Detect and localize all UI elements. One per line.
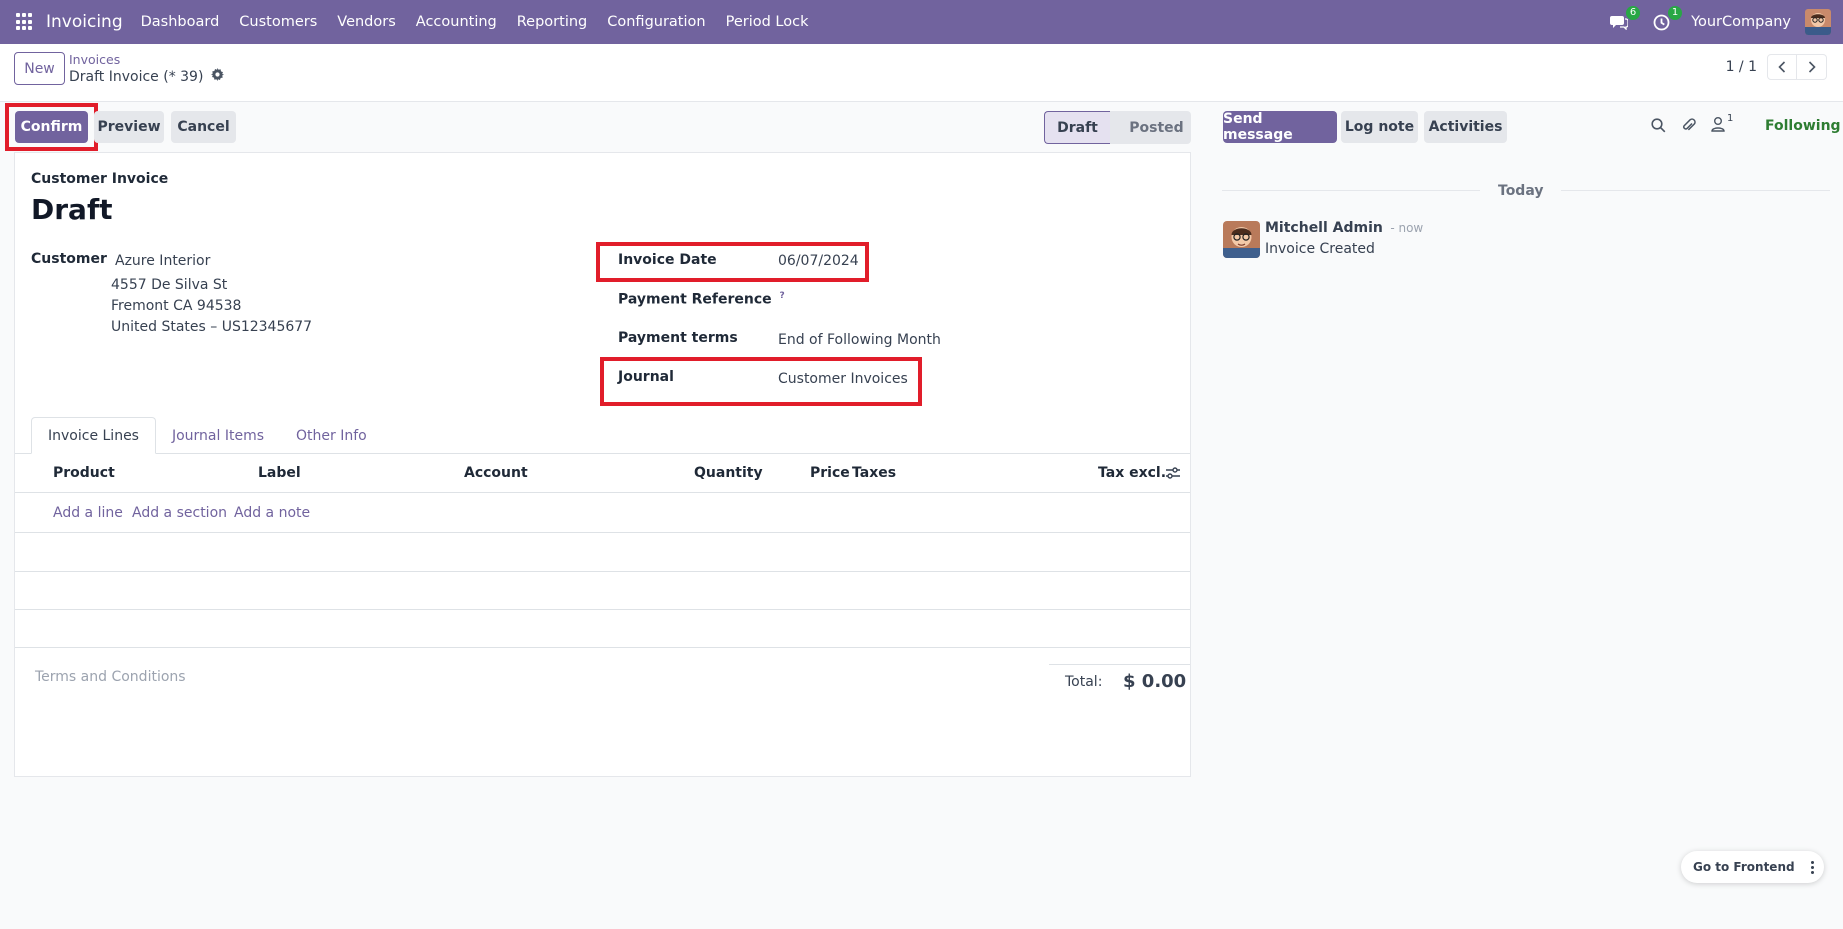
customer-address-line-1: 4557 De Silva St: [111, 277, 228, 293]
status-bar: Draft Posted: [1044, 111, 1191, 144]
tab-other-info[interactable]: Other Info: [280, 417, 383, 454]
preview-button[interactable]: Preview: [94, 111, 164, 143]
breadcrumb-current-label: Draft Invoice (* 39): [69, 68, 204, 85]
pager-next-button[interactable]: [1797, 54, 1827, 80]
column-quantity[interactable]: Quantity: [694, 465, 763, 481]
menu-reporting[interactable]: Reporting: [507, 0, 598, 44]
chevron-left-icon: [1778, 61, 1786, 73]
activities-badge: 1: [1668, 6, 1683, 20]
menu-customers[interactable]: Customers: [229, 0, 327, 44]
message-body: Invoice Created: [1265, 241, 1375, 257]
activities-button[interactable]: Activities: [1424, 111, 1507, 143]
messaging-icon[interactable]: 6: [1607, 6, 1641, 34]
menu-dashboard[interactable]: Dashboard: [131, 0, 230, 44]
pager: 1 / 1: [1726, 54, 1827, 80]
add-note-link[interactable]: Add a note: [234, 505, 310, 521]
status-draft[interactable]: Draft: [1044, 111, 1110, 144]
customer-address-line-2: Fremont CA 94538: [111, 298, 242, 314]
pager-value[interactable]: 1 / 1: [1726, 59, 1757, 75]
customer-address-line-3: United States – US12345677: [111, 319, 313, 335]
followers-button[interactable]: 1: [1711, 113, 1734, 132]
column-label[interactable]: Label: [258, 465, 301, 481]
more-options-icon[interactable]: [1811, 860, 1814, 874]
pager-previous-button[interactable]: [1767, 54, 1797, 80]
menu-configuration[interactable]: Configuration: [597, 0, 715, 44]
table-row-divider: [15, 647, 1190, 648]
column-tax-excluded[interactable]: Tax excl.: [1098, 465, 1166, 481]
breadcrumb-invoices[interactable]: Invoices: [69, 52, 120, 67]
go-to-frontend-widget: Go to Frontend: [1681, 851, 1824, 883]
total-divider: [1049, 664, 1190, 665]
cancel-button[interactable]: Cancel: [171, 111, 236, 143]
add-line-link[interactable]: Add a line: [53, 505, 123, 521]
author-avatar[interactable]: [1223, 221, 1260, 258]
menu-accounting[interactable]: Accounting: [406, 0, 507, 44]
chevron-right-icon: [1808, 61, 1816, 73]
menu-vendors[interactable]: Vendors: [327, 0, 406, 44]
tab-journal-items[interactable]: Journal Items: [156, 417, 280, 454]
send-message-button[interactable]: Send message: [1223, 111, 1337, 143]
search-icon[interactable]: [1651, 118, 1666, 137]
invoice-form-sheet: Customer Invoice Draft Customer Azure In…: [14, 152, 1191, 777]
payment-terms-label: Payment terms: [618, 330, 738, 346]
user-icon: [1711, 117, 1725, 132]
add-section-link[interactable]: Add a section: [132, 505, 227, 521]
help-tooltip-icon[interactable]: ?: [780, 291, 785, 301]
top-navbar: Invoicing Dashboard Customers Vendors Ac…: [0, 0, 1843, 44]
log-note-button[interactable]: Log note: [1341, 111, 1418, 143]
control-panel: New Invoices Draft Invoice (* 39) 1 / 1: [0, 44, 1843, 102]
followers-count: 1: [1727, 113, 1734, 124]
table-row-divider: [15, 571, 1190, 572]
terms-and-conditions-field[interactable]: Terms and Conditions: [35, 669, 186, 685]
payment-reference-label: Payment Reference ?: [618, 291, 785, 308]
invoice-lines-header: Product Label Account Quantity Price Tax…: [15, 453, 1190, 493]
message-author-name[interactable]: Mitchell Admin: [1265, 220, 1383, 236]
journal-field[interactable]: Customer Invoices: [778, 371, 908, 387]
invoice-date-label: Invoice Date: [618, 252, 717, 268]
status-posted[interactable]: Posted: [1110, 111, 1191, 144]
go-to-frontend-button[interactable]: Go to Frontend: [1693, 860, 1795, 874]
messages-badge: 6: [1626, 6, 1641, 20]
following-button[interactable]: Following: [1765, 118, 1841, 134]
total-amount: $ 0.00: [1123, 671, 1187, 692]
table-row-divider: [15, 532, 1190, 533]
company-switcher[interactable]: YourCompany: [1691, 14, 1791, 30]
move-type-label: Customer Invoice: [31, 171, 169, 187]
app-menu-icon[interactable]: [16, 13, 34, 31]
notebook-tabs: Invoice Lines Journal Items Other Info: [31, 417, 383, 454]
total-label: Total:: [1065, 674, 1103, 690]
invoice-name: Draft: [31, 193, 113, 226]
new-button[interactable]: New: [14, 52, 65, 85]
table-row-divider: [15, 609, 1190, 610]
date-separator-label: Today: [1480, 183, 1562, 199]
column-product[interactable]: Product: [53, 465, 115, 481]
invoice-date-field[interactable]: 06/07/2024: [778, 253, 859, 269]
app-name[interactable]: Invoicing: [46, 12, 123, 32]
gear-icon[interactable]: [211, 68, 225, 85]
payment-terms-field[interactable]: End of Following Month: [778, 332, 941, 348]
activities-clock-icon[interactable]: 1: [1649, 6, 1683, 34]
paperclip-icon[interactable]: [1681, 117, 1696, 137]
column-taxes[interactable]: Taxes: [852, 465, 896, 481]
optional-columns-icon[interactable]: [1165, 466, 1181, 484]
menu-period-lock[interactable]: Period Lock: [716, 0, 819, 44]
customer-name[interactable]: Azure Interior: [115, 253, 210, 269]
customer-label: Customer: [31, 251, 107, 267]
user-avatar[interactable]: [1805, 9, 1831, 35]
payment-reference-label-text: Payment Reference: [618, 291, 772, 308]
column-price[interactable]: Price: [810, 465, 850, 481]
message-author[interactable]: Mitchell Admin - now: [1265, 220, 1423, 236]
journal-label: Journal: [618, 369, 674, 385]
breadcrumb-current: Draft Invoice (* 39): [69, 68, 225, 85]
tab-invoice-lines[interactable]: Invoice Lines: [31, 417, 156, 454]
column-account[interactable]: Account: [464, 465, 528, 481]
confirm-button[interactable]: Confirm: [15, 111, 88, 143]
message-time: - now: [1390, 221, 1424, 235]
